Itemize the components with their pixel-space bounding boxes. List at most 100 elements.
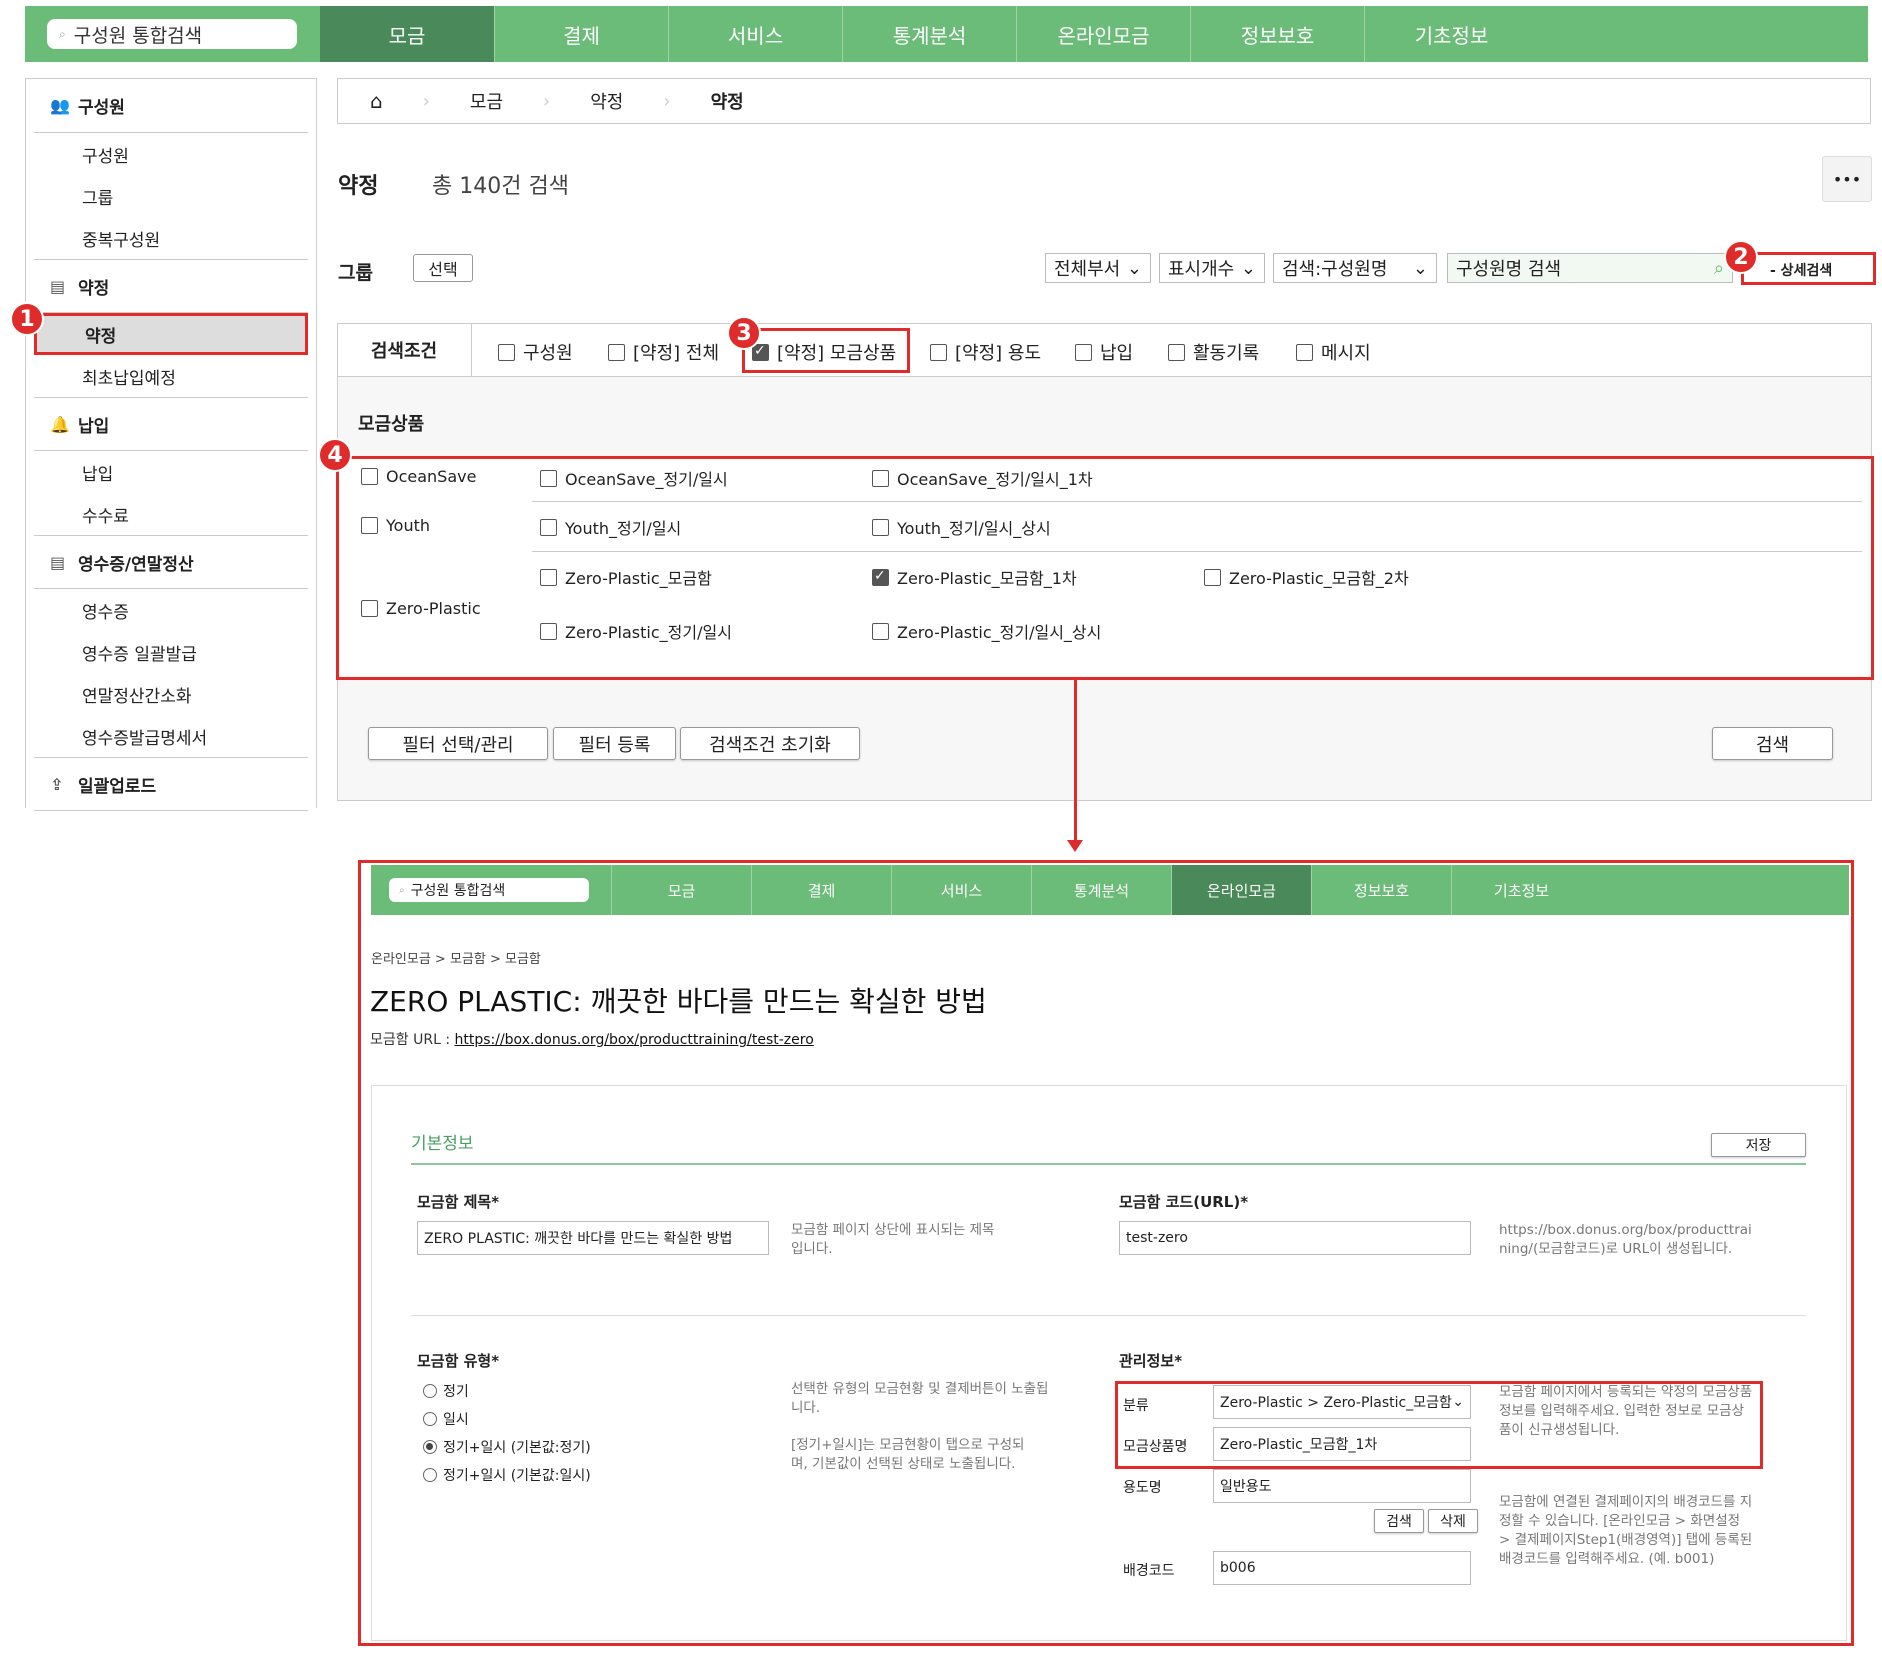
search-icon: ⌕ — [59, 26, 66, 41]
more-options-button[interactable]: ••• — [1822, 156, 1872, 202]
search-icon[interactable]: ⌕ — [1714, 258, 1724, 279]
sidebar-section-pledges[interactable]: ▤ 약정 — [34, 259, 308, 313]
background-code-help: 모금함에 연결된 결제페이지의 배경코드를 지정할 수 있습니다. [온라인모금… — [1499, 1494, 1753, 1567]
member-search-input[interactable]: 구성원명 검색 ⌕ — [1447, 253, 1733, 283]
sidebar-item-payments[interactable]: 납입 — [34, 451, 308, 493]
usage-label: 용도명 — [1123, 1480, 1162, 1496]
nav-tab-payment[interactable]: 결제 — [494, 6, 668, 62]
connector-line — [1074, 680, 1077, 846]
box-type-help-1: 선택한 유형의 모금현황 및 결제버튼이 노출됩니다. — [791, 1381, 1049, 1416]
department-select[interactable]: 전체부서 ⌄ — [1045, 253, 1151, 283]
breadcrumb-item[interactable]: 약정 — [711, 88, 744, 114]
conditions-label: 검색조건 — [337, 323, 472, 377]
inner-nav-tab[interactable]: 통계분석 — [1031, 865, 1171, 915]
home-icon[interactable]: ⌂ — [370, 89, 383, 113]
background-code-input[interactable]: b006 — [1213, 1551, 1471, 1585]
sidebar-section-bulk-upload[interactable]: ⇪ 일괄업로드 — [34, 757, 308, 811]
sidebar-item-receipt-statement[interactable]: 영수증발급명세서 — [34, 715, 308, 757]
management-info-label: 관리정보* — [1119, 1352, 1183, 1370]
condition-member-checkbox[interactable]: 구성원 — [498, 339, 573, 365]
display-count-select[interactable]: 표시개수 ⌄ — [1159, 253, 1265, 283]
nav-tab-service[interactable]: 서비스 — [668, 6, 842, 62]
nav-tab-donation[interactable]: 모금 — [320, 6, 494, 62]
condition-payment-checkbox[interactable]: 납입 — [1075, 339, 1133, 365]
category-select[interactable]: Zero-Plastic > Zero-Plastic_모금함 ⌄ — [1213, 1385, 1471, 1419]
background-code-label: 배경코드 — [1123, 1563, 1175, 1579]
basic-info-heading: 기본정보 — [411, 1134, 474, 1154]
upload-icon: ⇪ — [50, 774, 64, 794]
nav-tab-online-donation[interactable]: 온라인모금 — [1016, 6, 1190, 62]
detail-search-button[interactable]: - 상세검색 — [1770, 260, 1832, 280]
inner-nav-tab-online-donation[interactable]: 온라인모금 — [1171, 865, 1311, 915]
category-label: 분류 — [1123, 1398, 1149, 1414]
box-title-help: 모금함 페이지 상단에 표시되는 제목입니다. — [791, 1222, 995, 1257]
box-title-label: 모금함 제목* — [417, 1193, 500, 1211]
sidebar-item-members[interactable]: 구성원 — [34, 133, 308, 175]
sidebar-section-members[interactable]: 👥 구성원 — [34, 79, 308, 133]
sidebar-section-receipts[interactable]: ▤ 영수증/연말정산 — [34, 535, 308, 589]
inner-nav-tab[interactable]: 서비스 — [891, 865, 1031, 915]
usage-input[interactable]: 일반용도 — [1213, 1469, 1471, 1503]
badge-4: 4 — [318, 438, 352, 472]
sidebar-section-payments[interactable]: 🔔 납입 — [34, 397, 308, 451]
search-field-select[interactable]: 검색:구성원명 ⌄ — [1273, 253, 1437, 283]
chevron-down-icon: ⌄ — [1126, 257, 1142, 279]
usage-delete-button[interactable]: 삭제 — [1428, 1509, 1478, 1533]
nav-tab-privacy[interactable]: 정보보호 — [1190, 6, 1364, 62]
sidebar-item-receipts[interactable]: 영수증 — [34, 589, 308, 631]
management-help: 모금함 페이지에서 등록되는 약정의 모금상품 정보를 입력해주세요. 입력한 … — [1499, 1384, 1753, 1438]
condition-pledge-usage-checkbox[interactable]: [약정] 용도 — [930, 339, 1041, 365]
type-onetime-radio[interactable]: 일시 — [423, 1409, 469, 1429]
condition-pledge-all-checkbox[interactable]: [약정] 전체 — [608, 339, 719, 365]
reset-conditions-button[interactable]: 검색조건 초기화 — [680, 727, 860, 760]
inner-nav-tab[interactable]: 기초정보 — [1451, 865, 1591, 915]
product-name-input[interactable]: Zero-Plastic_모금함_1차 — [1213, 1427, 1471, 1461]
box-type-label: 모금함 유형* — [417, 1352, 500, 1370]
breadcrumb-item[interactable]: 약정 — [590, 88, 623, 114]
sidebar-item-groups[interactable]: 그룹 — [34, 175, 308, 217]
inner-box-title: ZERO PLASTIC: 깨끗한 바다를 만드는 확실한 방법 — [370, 985, 987, 1018]
sidebar-item-fees[interactable]: 수수료 — [34, 493, 308, 535]
box-title-input[interactable]: ZERO PLASTIC: 깨끗한 바다를 만드는 확실한 방법 — [417, 1221, 769, 1255]
type-both-regular-radio[interactable]: 정기+일시 (기본값:정기) — [423, 1437, 591, 1457]
nav-tab-statistics[interactable]: 통계분석 — [842, 6, 1016, 62]
filter-manage-button[interactable]: 필터 선택/관리 — [368, 727, 548, 760]
search-icon: ⌕ — [399, 884, 405, 896]
sidebar-item-pledges[interactable]: 약정 — [34, 313, 308, 355]
chevron-down-icon: ⌄ — [1412, 257, 1428, 279]
page-title: 약정 — [338, 174, 379, 199]
filter-register-button[interactable]: 필터 등록 — [553, 727, 676, 760]
inner-nav-tab[interactable]: 결제 — [751, 865, 891, 915]
usage-search-button[interactable]: 검색 — [1374, 1509, 1424, 1533]
nav-tab-basic-info[interactable]: 기초정보 — [1364, 6, 1538, 62]
box-code-input[interactable]: test-zero — [1119, 1221, 1471, 1255]
condition-activity-checkbox[interactable]: 활동기록 — [1168, 339, 1259, 365]
breadcrumb-item[interactable]: 모금 — [470, 88, 503, 114]
products-heading: 모금상품 — [358, 414, 425, 435]
sidebar-item-bulk-receipts[interactable]: 영수증 일괄발급 — [34, 631, 308, 673]
online-donation-box-screenshot: ⌕ 구성원 통합검색 모금 결제 서비스 통계분석 온라인모금 정보보호 기초정보… — [358, 860, 1854, 1646]
badge-3: 3 — [727, 316, 761, 350]
search-button[interactable]: 검색 — [1712, 727, 1833, 760]
group-label: 그룹 — [338, 262, 373, 284]
box-code-help: https://box.donus.org/box/producttrainin… — [1499, 1222, 1752, 1257]
box-code-label: 모금함 코드(URL)* — [1119, 1193, 1249, 1211]
inner-nav-tab[interactable]: 정보보호 — [1311, 865, 1451, 915]
product-name-label: 모금상품명 — [1123, 1439, 1188, 1455]
group-select-button[interactable]: 선택 — [413, 254, 473, 282]
url-label: 모금함 URL : — [370, 1032, 455, 1048]
box-url-link[interactable]: https://box.donus.org/box/producttrainin… — [454, 1032, 813, 1048]
global-search-input[interactable]: ⌕ 구성원 통합검색 — [47, 19, 297, 49]
condition-message-checkbox[interactable]: 메시지 — [1296, 339, 1371, 365]
type-both-onetime-radio[interactable]: 정기+일시 (기본값:일시) — [423, 1465, 591, 1485]
inner-breadcrumb: 온라인모금 > 모금함 > 모금함 — [371, 952, 541, 967]
inner-global-search-input[interactable]: ⌕ 구성원 통합검색 — [389, 878, 589, 902]
sidebar-item-tax-simplify[interactable]: 연말정산간소화 — [34, 673, 308, 715]
inner-nav-tab[interactable]: 모금 — [611, 865, 751, 915]
top-nav: ⌕ 구성원 통합검색 모금 결제 서비스 통계분석 온라인모금 정보보호 기초정보 — [25, 6, 1868, 62]
sidebar-item-duplicates[interactable]: 중복구성원 — [34, 217, 308, 259]
save-button[interactable]: 저장 — [1711, 1133, 1806, 1157]
sidebar-item-first-payment[interactable]: 최초납입예정 — [34, 355, 308, 397]
breadcrumb: ⌂ › 모금 › 약정 › 약정 — [337, 78, 1871, 124]
type-regular-radio[interactable]: 정기 — [423, 1381, 469, 1401]
